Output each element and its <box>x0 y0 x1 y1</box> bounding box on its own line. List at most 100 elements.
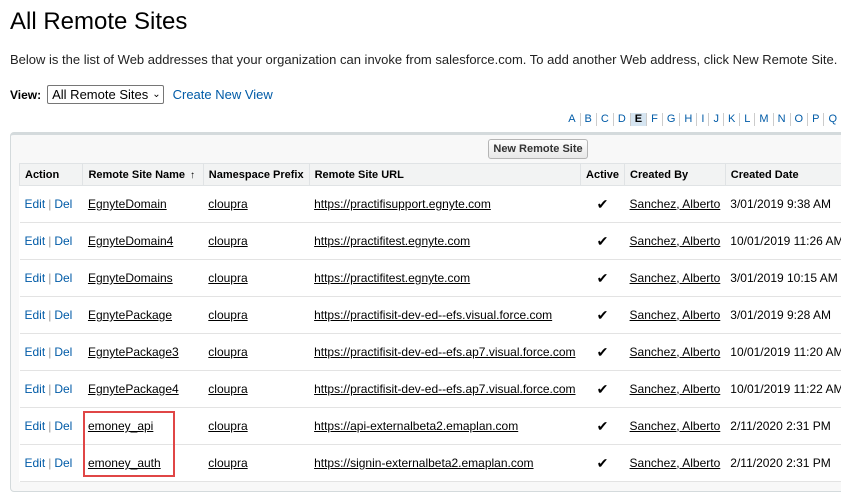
delete-link[interactable]: Del <box>54 308 72 322</box>
alphabet-letter-m[interactable]: M <box>754 113 772 126</box>
delete-link[interactable]: Del <box>54 197 72 211</box>
namespace-link[interactable]: cloupra <box>208 382 247 396</box>
column-header-created-date[interactable]: Created Date <box>724 163 841 186</box>
remote-site-url-link[interactable]: https://practifisit-dev-ed--efs.ap7.visu… <box>314 345 575 359</box>
created-by-link[interactable]: Sanchez, Alberto <box>630 271 721 285</box>
name-cell: EgnyteDomains <box>82 259 204 297</box>
namespace-link[interactable]: cloupra <box>208 271 247 285</box>
created-date-cell: 3/01/2019 9:28 AM <box>725 296 841 334</box>
edit-link[interactable]: Edit <box>25 345 46 359</box>
namespace-link[interactable]: cloupra <box>208 234 247 248</box>
alphabet-letter-j[interactable]: J <box>708 113 723 126</box>
action-separator: | <box>48 271 52 285</box>
delete-link[interactable]: Del <box>54 419 72 433</box>
url-cell: https://practifisit-dev-ed--efs.visual.f… <box>309 296 581 334</box>
created-date-cell: 10/01/2019 11:20 AM <box>725 333 841 371</box>
alphabet-letter-q[interactable]: Q <box>823 113 841 126</box>
edit-link[interactable]: Edit <box>25 419 46 433</box>
alphabet-letter-o[interactable]: O <box>789 113 808 126</box>
alphabet-letter-a[interactable]: A <box>564 113 579 126</box>
edit-link[interactable]: Edit <box>25 456 46 470</box>
remote-site-name-link[interactable]: EgnytePackage4 <box>88 382 179 396</box>
delete-link[interactable]: Del <box>54 382 72 396</box>
column-header-name[interactable]: Remote Site Name ↑ <box>82 163 204 186</box>
remote-site-name-link[interactable]: EgnytePackage3 <box>88 345 179 359</box>
created-by-cell: Sanchez, Alberto <box>624 370 726 408</box>
create-new-view-link[interactable]: Create New View <box>173 87 273 102</box>
created-date-cell: 2/11/2020 2:31 PM <box>725 407 841 445</box>
column-header-active[interactable]: Active <box>580 163 626 186</box>
column-header-url[interactable]: Remote Site URL <box>308 163 582 186</box>
view-select[interactable]: All Remote Sites ⌄ <box>47 85 164 104</box>
created-by-link[interactable]: Sanchez, Alberto <box>630 234 721 248</box>
alphabet-letter-f[interactable]: F <box>646 113 662 126</box>
alphabet-letter-c[interactable]: C <box>595 113 613 126</box>
column-header-created-by[interactable]: Created By <box>624 163 726 186</box>
active-cell: ✔ <box>580 407 625 445</box>
delete-link[interactable]: Del <box>54 345 72 359</box>
alphabet-letter-k[interactable]: K <box>722 113 739 126</box>
created-by-link[interactable]: Sanchez, Alberto <box>630 308 721 322</box>
url-cell: https://practifisit-dev-ed--efs.ap7.visu… <box>309 370 581 408</box>
created-by-link[interactable]: Sanchez, Alberto <box>630 382 721 396</box>
action-cell: Edit | Del <box>19 222 83 260</box>
created-by-link[interactable]: Sanchez, Alberto <box>630 197 721 211</box>
alphabet-letter-g[interactable]: G <box>661 113 680 126</box>
namespace-link[interactable]: cloupra <box>208 345 247 359</box>
remote-site-url-link[interactable]: https://practifitest.egnyte.com <box>314 271 470 285</box>
namespace-link[interactable]: cloupra <box>208 456 247 470</box>
url-cell: https://practifisupport.egnyte.com <box>309 185 581 223</box>
checkmark-icon: ✔ <box>596 380 609 397</box>
action-cell: Edit | Del <box>19 333 83 371</box>
action-cell: Edit | Del <box>19 185 83 223</box>
created-date-cell: 10/01/2019 11:22 AM <box>725 370 841 408</box>
delete-link[interactable]: Del <box>54 271 72 285</box>
remote-site-name-link[interactable]: EgnytePackage <box>88 308 172 322</box>
remote-site-url-link[interactable]: https://practifisit-dev-ed--efs.ap7.visu… <box>314 382 575 396</box>
remote-site-name-link[interactable]: EgnyteDomains <box>88 271 173 285</box>
namespace-cell: cloupra <box>203 407 310 445</box>
delete-link[interactable]: Del <box>54 234 72 248</box>
name-cell: EgnytePackage3 <box>82 333 204 371</box>
edit-link[interactable]: Edit <box>25 197 46 211</box>
remote-site-url-link[interactable]: https://signin-externalbeta2.emaplan.com <box>314 456 533 470</box>
namespace-link[interactable]: cloupra <box>208 419 247 433</box>
active-cell: ✔ <box>580 296 625 334</box>
remote-site-url-link[interactable]: https://practifisit-dev-ed--efs.visual.f… <box>314 308 552 322</box>
edit-link[interactable]: Edit <box>25 271 46 285</box>
action-separator: | <box>48 419 52 433</box>
column-header-namespace[interactable]: Namespace Prefix <box>202 163 310 186</box>
remote-site-url-link[interactable]: https://practifisupport.egnyte.com <box>314 197 491 211</box>
remote-site-name-link[interactable]: EgnyteDomain4 <box>88 234 173 248</box>
new-remote-site-button[interactable]: New Remote Site <box>488 139 588 159</box>
remote-site-url-link[interactable]: https://practifitest.egnyte.com <box>314 234 470 248</box>
alphabet-letter-p[interactable]: P <box>807 113 823 126</box>
created-by-link[interactable]: Sanchez, Alberto <box>630 345 721 359</box>
alphabet-letter-e[interactable]: E <box>629 113 647 126</box>
delete-link[interactable]: Del <box>54 456 72 470</box>
name-cell: EgnyteDomain4 <box>82 222 204 260</box>
remote-site-url-link[interactable]: https://api-externalbeta2.emaplan.com <box>314 419 518 433</box>
action-separator: | <box>48 382 52 396</box>
created-by-link[interactable]: Sanchez, Alberto <box>630 456 721 470</box>
edit-link[interactable]: Edit <box>25 308 46 322</box>
namespace-link[interactable]: cloupra <box>208 308 247 322</box>
alphabet-letter-h[interactable]: H <box>679 113 696 126</box>
action-cell: Edit | Del <box>19 259 83 297</box>
table-row: Edit | Del EgnytePackage cloupra https://prac… <box>19 296 841 334</box>
alphabet-letter-d[interactable]: D <box>612 113 630 126</box>
alphabet-letter-i[interactable]: I <box>696 113 708 126</box>
alphabet-letter-n[interactable]: N <box>772 113 790 126</box>
edit-link[interactable]: Edit <box>25 234 46 248</box>
name-cell: EgnytePackage <box>82 296 204 334</box>
created-by-cell: Sanchez, Alberto <box>624 296 726 334</box>
namespace-link[interactable]: cloupra <box>208 197 247 211</box>
alphabet-letter-b[interactable]: B <box>579 113 596 126</box>
edit-link[interactable]: Edit <box>25 382 46 396</box>
url-cell: https://practifitest.egnyte.com <box>309 259 581 297</box>
remote-site-name-link[interactable]: EgnyteDomain <box>88 197 167 211</box>
view-select-value: All Remote Sites <box>52 87 149 102</box>
created-by-link[interactable]: Sanchez, Alberto <box>630 419 721 433</box>
namespace-cell: cloupra <box>203 333 310 371</box>
alphabet-letter-l[interactable]: L <box>739 113 754 126</box>
